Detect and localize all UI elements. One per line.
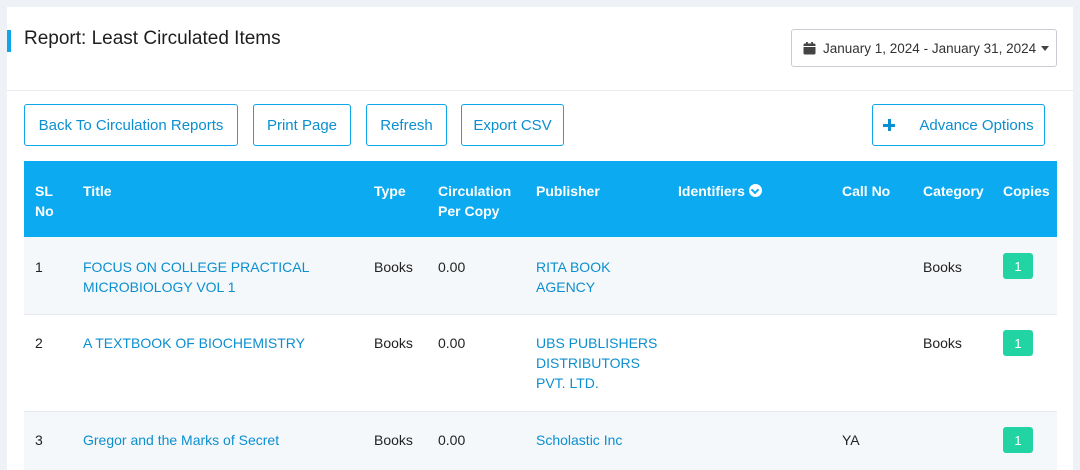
row-title-link[interactable]: Gregor and the Marks of Secret bbox=[83, 430, 279, 450]
column-call-no[interactable]: Call No bbox=[842, 181, 890, 201]
date-range-picker[interactable]: January 1, 2024 - January 31, 2024 bbox=[791, 29, 1057, 67]
report-card: Report: Least Circulated Items January 1… bbox=[7, 7, 1073, 470]
back-to-reports-button[interactable]: Back To Circulation Reports bbox=[24, 104, 238, 146]
row-circulation: 0.00 bbox=[438, 259, 466, 275]
column-circulation[interactable]: Circulation Per Copy bbox=[438, 181, 511, 221]
row-title-link[interactable]: FOCUS ON COLLEGE PRACTICAL MICROBIOLOGY … bbox=[83, 257, 309, 297]
row-type: Books bbox=[374, 259, 413, 275]
copies-badge[interactable]: 1 bbox=[1003, 253, 1033, 279]
print-page-button[interactable]: Print Page bbox=[253, 104, 351, 146]
column-sl-no[interactable]: SL No bbox=[35, 181, 54, 221]
table-row: 1 FOCUS ON COLLEGE PRACTICAL MICROBIOLOG… bbox=[24, 237, 1057, 315]
column-type[interactable]: Type bbox=[374, 181, 406, 201]
row-circulation: 0.00 bbox=[438, 432, 466, 448]
date-range-label: January 1, 2024 - January 31, 2024 bbox=[823, 40, 1037, 56]
plus-icon bbox=[883, 119, 896, 131]
row-sl: 1 bbox=[35, 259, 43, 275]
row-category: Books bbox=[923, 335, 962, 351]
row-publisher-link[interactable]: Scholastic Inc bbox=[536, 430, 622, 450]
chevron-circle-down-icon[interactable] bbox=[748, 184, 762, 197]
advance-options-label: Advance Options bbox=[919, 116, 1034, 134]
row-sl: 3 bbox=[35, 432, 43, 448]
calendar-icon bbox=[803, 41, 816, 54]
caret-down-icon bbox=[1041, 45, 1050, 51]
column-category[interactable]: Category bbox=[923, 181, 984, 201]
column-publisher[interactable]: Publisher bbox=[536, 181, 600, 201]
column-identifiers[interactable]: Identifiers bbox=[678, 181, 762, 201]
copies-badge[interactable]: 1 bbox=[1003, 330, 1033, 356]
column-identifiers-label: Identifiers bbox=[678, 183, 745, 199]
table-row: 2 A TEXTBOOK OF BIOCHEMISTRY Books 0.00 … bbox=[24, 315, 1057, 412]
export-csv-button[interactable]: Export CSV bbox=[461, 104, 564, 146]
row-sl: 2 bbox=[35, 335, 43, 351]
page-title: Report: Least Circulated Items bbox=[24, 28, 281, 49]
row-title-link[interactable]: A TEXTBOOK OF BIOCHEMISTRY bbox=[83, 333, 305, 353]
report-header: Report: Least Circulated Items January 1… bbox=[7, 7, 1073, 91]
row-type: Books bbox=[374, 432, 413, 448]
row-circulation: 0.00 bbox=[438, 335, 466, 351]
row-call-no: YA bbox=[842, 432, 860, 448]
column-title[interactable]: Title bbox=[83, 181, 112, 201]
copies-badge[interactable]: 1 bbox=[1003, 427, 1033, 453]
table-header: SL No Title Type Circulation Per Copy Pu… bbox=[24, 161, 1057, 237]
column-copies[interactable]: Copies bbox=[1003, 181, 1050, 201]
row-category: Books bbox=[923, 259, 962, 275]
row-publisher-link[interactable]: UBS PUBLISHERS DISTRIBUTORS PVT. LTD. bbox=[536, 333, 657, 393]
refresh-button[interactable]: Refresh bbox=[366, 104, 447, 146]
row-type: Books bbox=[374, 335, 413, 351]
title-accent-bar bbox=[7, 30, 11, 52]
table-row: 3 Gregor and the Marks of Secret Books 0… bbox=[24, 412, 1057, 470]
row-publisher-link[interactable]: RITA BOOK AGENCY bbox=[536, 257, 610, 297]
advance-options-button[interactable]: Advance Options bbox=[872, 104, 1045, 146]
least-circulated-table: SL No Title Type Circulation Per Copy Pu… bbox=[24, 161, 1057, 470]
